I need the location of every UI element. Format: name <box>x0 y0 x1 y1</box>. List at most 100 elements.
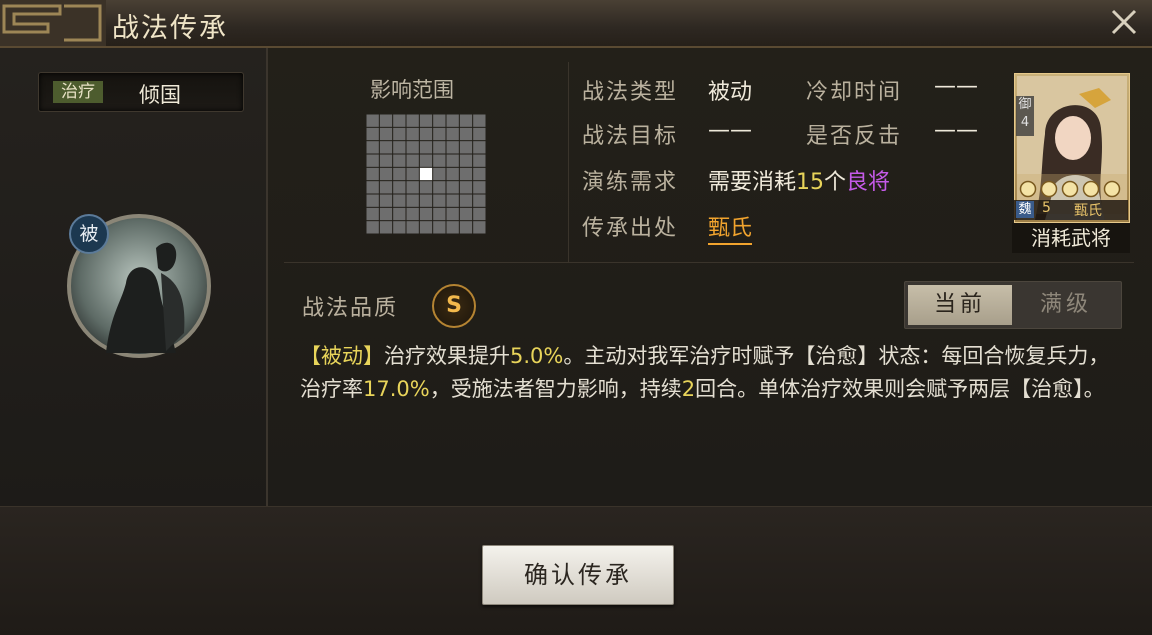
divider <box>284 262 1134 263</box>
star-rating <box>1019 180 1121 198</box>
close-icon[interactable] <box>1108 6 1140 38</box>
range-cell <box>433 194 446 207</box>
range-cell <box>419 154 433 167</box>
range-cell <box>406 141 419 154</box>
range-cell <box>379 114 393 127</box>
range-cell <box>379 221 393 234</box>
range-cell <box>459 207 473 221</box>
tab-current[interactable]: 当前 <box>908 285 1012 325</box>
range-cell <box>446 181 459 194</box>
range-cell <box>473 207 486 221</box>
requirement-value: 需要消耗15个良将 <box>708 164 890 196</box>
range-cell <box>393 127 406 141</box>
counter-value: —— <box>934 118 978 143</box>
range-cell <box>446 221 459 234</box>
range-grid <box>366 114 486 234</box>
passive-badge: 被 <box>69 214 109 254</box>
range-cell <box>393 207 406 221</box>
range-cell <box>366 114 379 127</box>
range-cell <box>406 127 419 141</box>
range-cell <box>459 154 473 167</box>
range-cell <box>406 181 419 194</box>
source-label: 传承出处 <box>582 216 679 241</box>
range-cell <box>393 141 406 154</box>
range-cell <box>406 154 419 167</box>
general-level: 5 <box>1042 200 1051 216</box>
range-cell <box>433 141 446 154</box>
range-cell <box>393 114 406 127</box>
range-cell <box>419 114 433 127</box>
range-cell <box>419 207 433 221</box>
window-title: 战法传承 <box>112 13 228 44</box>
range-cell <box>433 181 446 194</box>
range-cell <box>379 154 393 167</box>
range-cell <box>446 167 459 181</box>
range-cell <box>366 221 379 234</box>
range-cell <box>446 114 459 127</box>
range-cell <box>473 127 486 141</box>
range-cell <box>473 154 486 167</box>
desc-value: 5.0% <box>510 344 564 368</box>
tab-max-level[interactable]: 满级 <box>1014 285 1118 325</box>
desc-text: 回合。单体治疗效果则会赋予两层【治愈】。 <box>695 377 1105 401</box>
source-link[interactable]: 甄氏 <box>708 210 753 245</box>
range-cell-target <box>419 167 433 181</box>
target-label: 战法目标 <box>582 124 679 149</box>
range-cell <box>459 141 473 154</box>
quality-badge: S <box>432 284 476 328</box>
range-cell <box>473 114 486 127</box>
range-cell <box>366 154 379 167</box>
requirement-label: 演练需求 <box>582 170 679 195</box>
skill-tag: 治疗 倾国 <box>38 72 244 112</box>
range-cell <box>446 127 459 141</box>
range-cell <box>419 221 433 234</box>
range-cell <box>379 207 393 221</box>
general-rank: 御4 <box>1016 96 1034 136</box>
counter-label: 是否反击 <box>806 124 903 149</box>
range-cell <box>379 167 393 181</box>
range-cell <box>393 167 406 181</box>
range-cell <box>393 154 406 167</box>
quality-label: 战法品质 <box>302 296 399 321</box>
type-value: 被动 <box>708 80 753 105</box>
confirm-inherit-button[interactable]: 确认传承 <box>482 545 674 605</box>
range-cell <box>459 194 473 207</box>
range-cell <box>473 181 486 194</box>
desc-value: 2 <box>681 377 696 401</box>
range-cell <box>366 167 379 181</box>
title-bar: 战法传承 <box>0 0 1152 48</box>
range-cell <box>406 114 419 127</box>
range-cell <box>379 181 393 194</box>
range-cell <box>406 167 419 181</box>
star-icon <box>1082 180 1100 198</box>
range-cell <box>406 207 419 221</box>
type-label: 战法类型 <box>582 80 679 105</box>
range-cell <box>393 194 406 207</box>
range-cell <box>473 194 486 207</box>
title-ornament-icon <box>0 0 106 46</box>
range-cell <box>406 194 419 207</box>
range-cell <box>459 181 473 194</box>
requirement-prefix: 需要消耗 <box>708 170 797 195</box>
range-cell <box>393 221 406 234</box>
range-cell <box>366 207 379 221</box>
range-title: 影响范围 <box>370 78 454 102</box>
range-cell <box>433 114 446 127</box>
range-cell <box>433 154 446 167</box>
desc-tag: 【被动】 <box>300 344 384 368</box>
general-caption: 消耗武将 <box>1012 223 1130 253</box>
range-cell <box>473 141 486 154</box>
general-name: 甄氏 <box>1074 203 1102 219</box>
range-cell <box>366 127 379 141</box>
star-icon <box>1103 180 1121 198</box>
divider <box>568 62 569 262</box>
range-cell <box>433 167 446 181</box>
general-info-strip: 魏 5 甄氏 <box>1014 200 1128 220</box>
star-icon <box>1019 180 1037 198</box>
range-cell <box>473 167 486 181</box>
star-icon <box>1040 180 1058 198</box>
skill-name: 倾国 <box>139 83 181 107</box>
range-cell <box>419 141 433 154</box>
range-cell <box>459 221 473 234</box>
range-cell <box>446 207 459 221</box>
